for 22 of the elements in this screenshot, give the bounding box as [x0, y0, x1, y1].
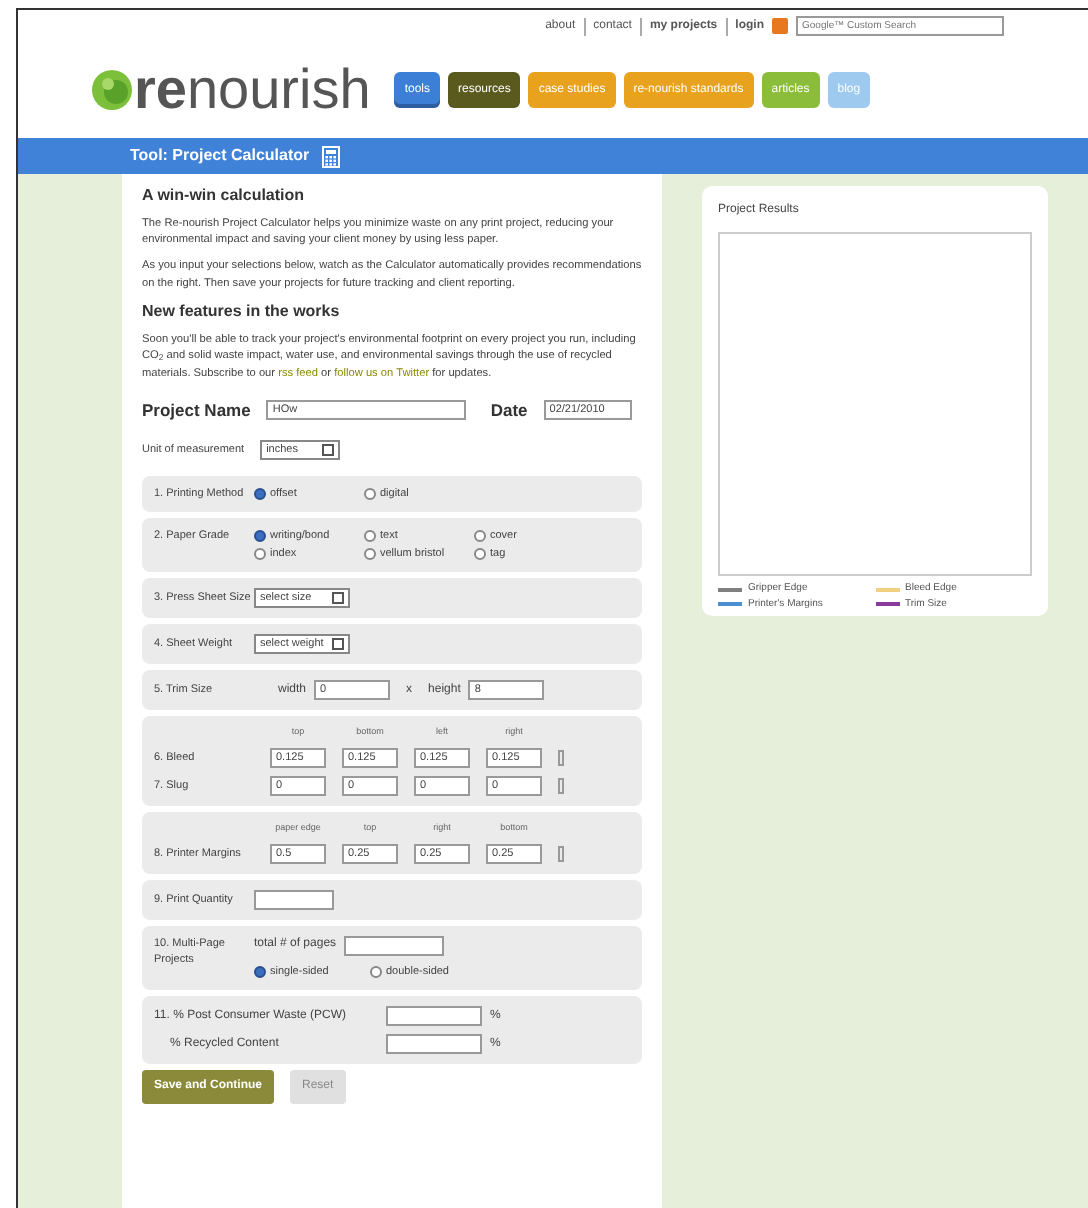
section-heading: New features in the works	[142, 302, 342, 322]
radio-button[interactable]	[254, 966, 266, 979]
page-title: Tool: Project Calculator	[130, 144, 310, 168]
radio-button[interactable]	[254, 548, 266, 561]
radio-button[interactable]	[254, 530, 266, 543]
logo[interactable]: renourish	[134, 62, 371, 118]
radio-button[interactable]	[254, 487, 266, 500]
radio-button[interactable]	[364, 530, 376, 543]
field-label: Project Name	[142, 397, 251, 424]
radio-button[interactable]	[364, 487, 376, 500]
input-field[interactable]	[254, 889, 334, 910]
logo-icon	[90, 68, 134, 112]
input-field[interactable]	[386, 1034, 482, 1055]
radio-button[interactable]	[474, 548, 486, 561]
section-heading: A win-win calculation	[142, 186, 307, 206]
calculator-icon	[321, 145, 340, 167]
radio-button[interactable]	[370, 966, 382, 979]
field-label: Date	[490, 397, 528, 424]
input-field[interactable]	[344, 935, 445, 956]
radio-button[interactable]	[474, 530, 486, 543]
input-field[interactable]	[386, 1006, 482, 1027]
radio-button[interactable]	[364, 548, 376, 561]
